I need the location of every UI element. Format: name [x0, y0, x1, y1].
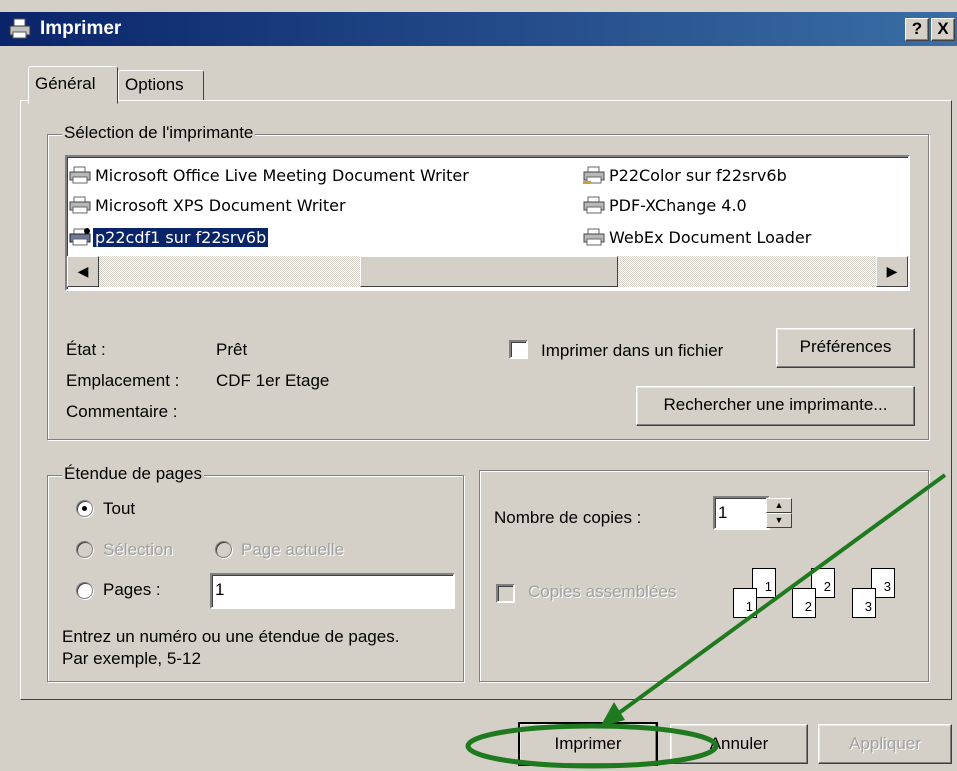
collate-label: Copies assemblées [528, 582, 677, 601]
printer-item[interactable]: Microsoft XPS Document Writer [69, 195, 348, 217]
tab-options[interactable]: Options [118, 70, 204, 102]
network-printer-icon [583, 166, 605, 184]
default-printer-icon [69, 228, 91, 246]
title-bar[interactable]: Imprimer ? X [0, 12, 957, 46]
radio-current-page [215, 541, 232, 558]
collate-page-front: 1 [733, 588, 757, 618]
tab-general[interactable]: Général [28, 66, 118, 104]
spin-up-button[interactable]: ▲ [766, 498, 792, 513]
status-label: État : [66, 340, 106, 359]
preferences-button[interactable]: Préférences [776, 328, 915, 368]
radio-all-label[interactable]: Tout [103, 499, 135, 519]
radio-selection-label: Sélection [103, 540, 173, 559]
radio-current-page-label: Page actuelle [241, 540, 345, 559]
printer-name: PDF-XChange 4.0 [609, 196, 747, 215]
page-range-hint: Entrez un numéro ou une étendue de pages… [62, 627, 400, 646]
printer-item[interactable]: P22Color sur f22srv6b [583, 165, 789, 187]
radio-dot [82, 506, 87, 511]
radio-pages-label[interactable]: Pages : [103, 580, 161, 600]
scroll-left-button[interactable]: ◀ [67, 256, 99, 287]
help-button[interactable]: ? [905, 18, 929, 41]
comment-label: Commentaire : [66, 402, 178, 421]
printer-item-selected[interactable]: p22cdf1 sur f22srv6b [69, 227, 269, 249]
collate-checkbox [496, 584, 515, 603]
page-range-hint-example: Par exemple, 5-12 [62, 649, 201, 668]
printer-app-icon [9, 18, 31, 39]
printer-name: p22cdf1 sur f22srv6b [93, 228, 269, 247]
print-dialog: Imprimer ? X Général Options Sélection d… [0, 0, 957, 771]
close-button[interactable]: X [931, 18, 955, 41]
copies-input[interactable]: 1 [713, 496, 770, 530]
printer-name: Microsoft Office Live Meeting Document W… [95, 166, 469, 185]
printer-name: P22Color sur f22srv6b [609, 166, 787, 185]
scroll-thumb[interactable] [360, 256, 618, 287]
printer-icon [583, 196, 605, 214]
print-to-file-label[interactable]: Imprimer dans un fichier [541, 341, 723, 361]
radio-all[interactable] [76, 500, 93, 517]
radio-selection [76, 541, 93, 558]
horizontal-scrollbar[interactable]: ◀ ▶ [67, 256, 908, 287]
printer-icon [69, 166, 91, 184]
apply-button: Appliquer [818, 724, 952, 764]
tab-general-label: Général [35, 74, 96, 93]
printer-name: Microsoft XPS Document Writer [95, 196, 346, 215]
spin-down-button[interactable]: ▼ [766, 513, 792, 528]
copies-count-label: Nombre de copies : [494, 508, 642, 527]
printer-list[interactable]: Microsoft Office Live Meeting Document W… [65, 155, 910, 291]
collate-page-front: 3 [852, 588, 876, 618]
status-value: Prêt [216, 340, 248, 359]
location-label: Emplacement : [66, 371, 180, 390]
tab-options-label: Options [125, 75, 184, 94]
pages-input[interactable]: 1 [210, 573, 455, 609]
printer-selection-label: Sélection de l'imprimante [62, 123, 256, 143]
window-title: Imprimer [40, 18, 122, 39]
printer-item[interactable]: PDF-XChange 4.0 [583, 195, 749, 217]
collate-page-front: 2 [792, 588, 816, 618]
radio-pages[interactable] [76, 582, 93, 599]
page-range-label: Étendue de pages [62, 464, 205, 484]
printer-icon [583, 228, 605, 246]
location-value: CDF 1er Etage [216, 371, 330, 390]
printer-item[interactable]: Microsoft Office Live Meeting Document W… [69, 165, 471, 187]
cancel-button[interactable]: Annuler [670, 724, 808, 764]
print-to-file-checkbox[interactable] [509, 340, 528, 359]
find-printer-button[interactable]: Rechercher une imprimante... [636, 386, 915, 426]
printer-name: WebEx Document Loader [609, 228, 812, 247]
print-button[interactable]: Imprimer [518, 722, 658, 766]
copies-spinner[interactable]: ▲ ▼ [766, 498, 792, 528]
printer-icon [69, 196, 91, 214]
scroll-right-button[interactable]: ▶ [876, 256, 908, 287]
copies-group [479, 470, 929, 682]
printer-item[interactable]: WebEx Document Loader [583, 227, 813, 249]
